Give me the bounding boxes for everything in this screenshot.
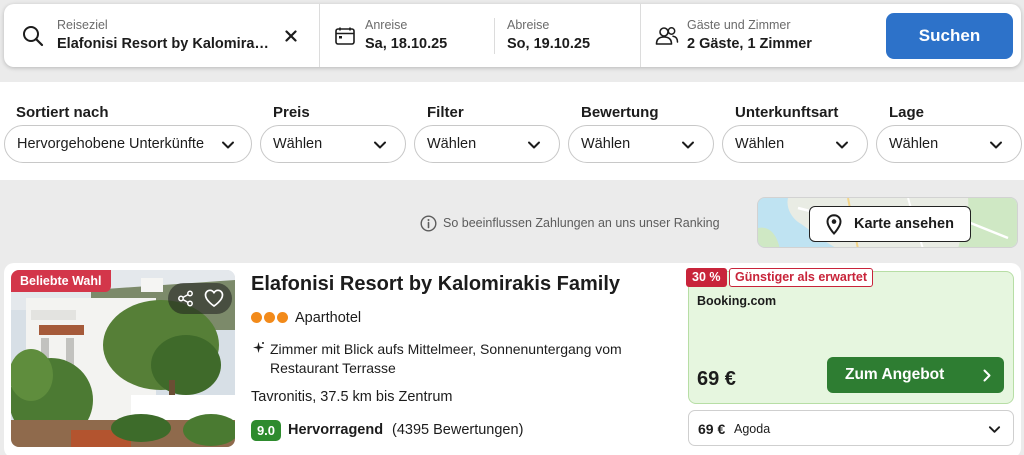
- chevron-down-icon: [374, 141, 386, 149]
- popular-badge: Beliebte Wahl: [11, 270, 111, 292]
- checkin-field[interactable]: Anreise Sa, 18.10.25: [320, 4, 494, 67]
- checkin-value: Sa, 18.10.25: [365, 36, 448, 52]
- sparkle-icon: [253, 342, 264, 353]
- deal-provider: Booking.com: [697, 294, 777, 308]
- map-preview[interactable]: Karte ansehen: [757, 197, 1018, 248]
- destination-value: Elafonisi Resort by Kalomira…: [57, 36, 269, 52]
- view-map-button[interactable]: Karte ansehen: [809, 206, 971, 242]
- guests-field[interactable]: Gäste und Zimmer 2 Gäste, 1 Zimmer: [641, 4, 875, 67]
- filter-type-label: Unterkunftsart: [735, 104, 839, 121]
- filter-rating-label: Bewertung: [581, 104, 659, 121]
- hotel-type: Aparthotel: [295, 310, 362, 326]
- guests-label: Gäste und Zimmer: [687, 18, 791, 32]
- deal-box[interactable]: 30 % Günstiger als erwartet Booking.com …: [686, 268, 1014, 404]
- filter-rating-value: Wählen: [581, 136, 631, 152]
- filter-filter-select[interactable]: Wählen: [414, 125, 560, 163]
- search-icon: [23, 26, 44, 47]
- rating-dot: [251, 312, 262, 323]
- filter-price-label: Preis: [273, 104, 310, 121]
- rating-dot: [277, 312, 288, 323]
- map-pin-icon: [826, 214, 842, 235]
- view-deal-label: Zum Angebot: [845, 366, 945, 383]
- view-deal-button[interactable]: Zum Angebot: [827, 357, 1004, 393]
- info-icon: [420, 215, 437, 232]
- discount-text-badge: Günstiger als erwartet: [729, 268, 873, 287]
- filter-type-select[interactable]: Wählen: [722, 125, 868, 163]
- rating-score-badge: 9.0: [251, 420, 281, 441]
- destination-label: Reiseziel: [57, 18, 108, 32]
- filter-location-select[interactable]: Wählen: [876, 125, 1022, 163]
- filter-price-value: Wählen: [273, 136, 323, 152]
- clear-icon[interactable]: [285, 30, 297, 42]
- result-card[interactable]: Beliebte Wahl Elafonisi Resort by Kalomi…: [4, 263, 1021, 455]
- checkout-value: So, 19.10.25: [507, 36, 591, 52]
- chevron-down-icon: [682, 141, 694, 149]
- photo-actions: [168, 283, 232, 314]
- heart-icon[interactable]: [204, 289, 224, 308]
- rating-dot: [264, 312, 275, 323]
- rating-word: Hervorragend: [288, 422, 384, 438]
- discount-percent-badge: 30 %: [686, 268, 727, 287]
- filter-price-select[interactable]: Wählen: [260, 125, 406, 163]
- filter-sort-label: Sortiert nach: [16, 104, 109, 121]
- guests-value: 2 Gäste, 1 Zimmer: [687, 36, 812, 52]
- filter-sort-select[interactable]: Hervorgehobene Unterkünfte: [4, 125, 252, 163]
- chevron-down-icon: [990, 141, 1002, 149]
- destination-field[interactable]: Reiseziel Elafonisi Resort by Kalomira…: [4, 4, 319, 67]
- chevron-down-icon: [528, 141, 540, 149]
- guests-icon: [655, 27, 679, 45]
- hotel-photo[interactable]: Beliebte Wahl: [11, 270, 235, 447]
- view-map-label: Karte ansehen: [854, 216, 954, 232]
- chevron-down-icon: [988, 426, 1001, 433]
- hotel-feature: Zimmer mit Blick aufs Mittelmeer, Sonnen…: [270, 341, 622, 376]
- chevron-right-icon: [983, 369, 991, 382]
- rating-count: (4395 Bewertungen): [392, 422, 524, 438]
- hotel-location: Tavronitis, 37.5 km bis Zentrum: [251, 389, 453, 405]
- search-bar: Reiseziel Elafonisi Resort by Kalomira… …: [4, 4, 1021, 67]
- share-icon[interactable]: [177, 290, 194, 307]
- filter-rating-select[interactable]: Wählen: [568, 125, 714, 163]
- filter-sort-value: Hervorgehobene Unterkünfte: [17, 136, 205, 152]
- calendar-icon: [335, 27, 355, 45]
- filter-location-label: Lage: [889, 104, 925, 121]
- checkout-label: Abreise: [507, 18, 550, 32]
- filter-filter-value: Wählen: [427, 136, 477, 152]
- alt-offer-price: 69 €: [698, 421, 726, 437]
- alt-offer-select[interactable]: 69 € Agoda: [688, 410, 1014, 446]
- hotel-title[interactable]: Elafonisi Resort by Kalomirakis Family: [251, 273, 620, 296]
- filter-filter-label: Filter: [427, 104, 464, 121]
- checkin-label: Anreise: [365, 18, 408, 32]
- filter-type-value: Wählen: [735, 136, 785, 152]
- hotel-class-rating: [251, 312, 289, 324]
- deal-price: 69 €: [697, 368, 736, 390]
- chevron-down-icon: [222, 141, 234, 149]
- filter-location-value: Wählen: [889, 136, 939, 152]
- ranking-info-text: So beeinflussen Zahlungen an uns unser R…: [443, 216, 720, 230]
- chevron-down-icon: [836, 141, 848, 149]
- filter-bar: Sortiert nach Hervorgehobene Unterkünfte…: [0, 82, 1024, 180]
- checkout-field[interactable]: Abreise So, 19.10.25: [495, 4, 640, 67]
- alt-offer-provider: Agoda: [734, 422, 771, 436]
- search-button[interactable]: Suchen: [886, 13, 1013, 59]
